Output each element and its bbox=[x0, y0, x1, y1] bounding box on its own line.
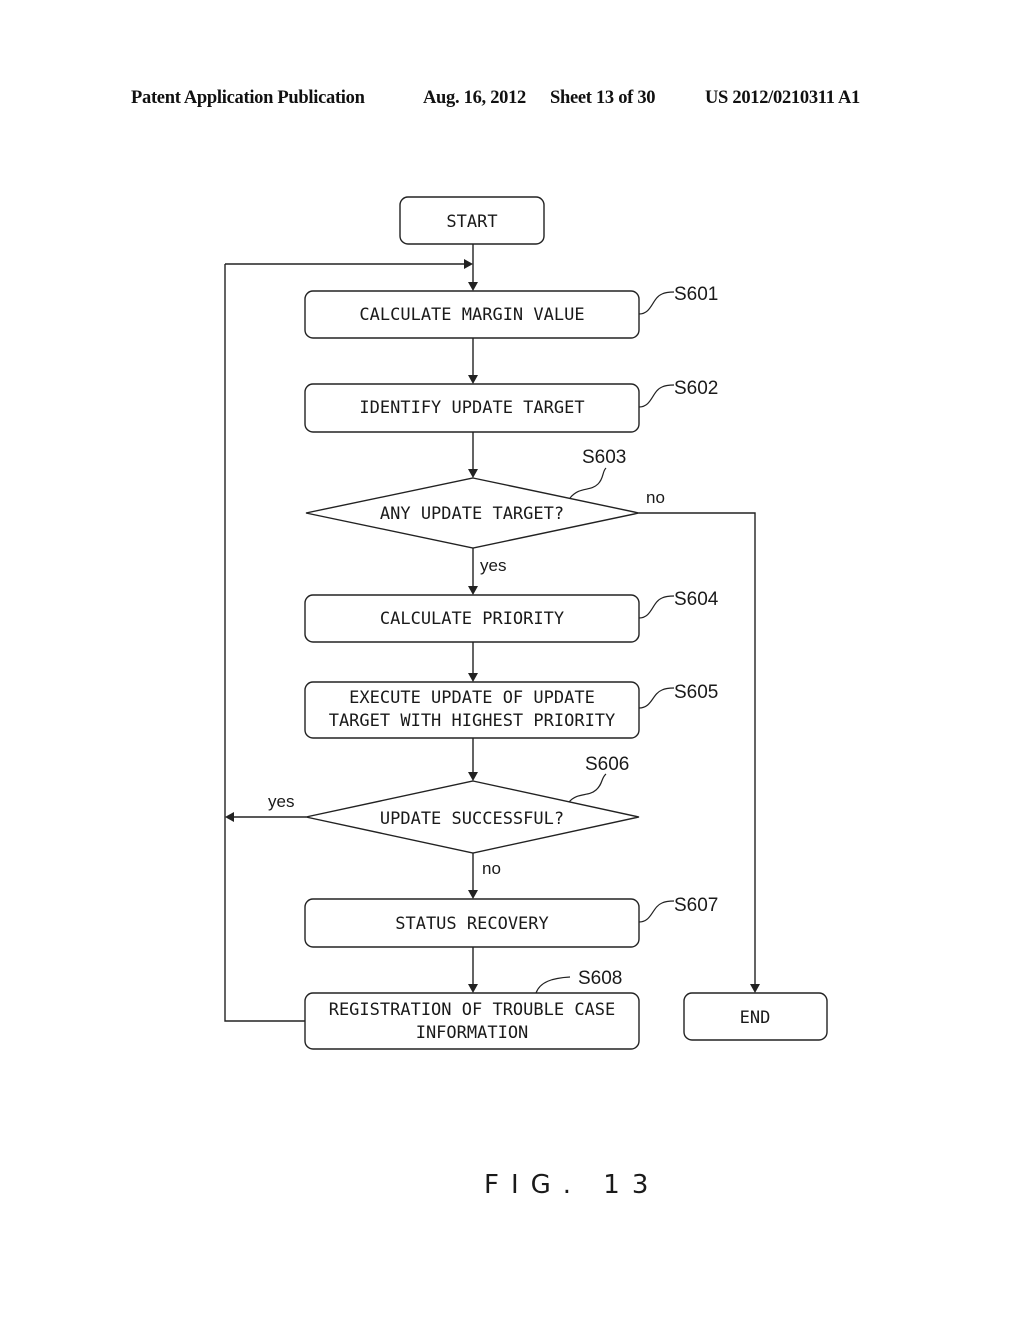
leader-line bbox=[638, 900, 675, 923]
decision-s606: UPDATE SUCCESSFUL? S606 yes no bbox=[268, 754, 640, 878]
step-s605: EXECUTE UPDATE OF UPDATE TARGET WITH HIG… bbox=[304, 681, 718, 739]
decision-s603: ANY UPDATE TARGET? S603 no yes bbox=[305, 447, 665, 575]
step-id-s608: S608 bbox=[578, 968, 622, 989]
arrow-head bbox=[468, 890, 478, 899]
step-id-s606: S606 bbox=[585, 754, 629, 775]
step-s604: CALCULATE PRIORITY S604 bbox=[304, 589, 719, 643]
figure-caption: FIG. 13 bbox=[484, 1170, 661, 1200]
step-s601: CALCULATE MARGIN VALUE S601 bbox=[304, 284, 718, 339]
end-label: END bbox=[740, 1008, 771, 1028]
arrow-head bbox=[468, 673, 478, 682]
decision-s603-text: ANY UPDATE TARGET? bbox=[380, 504, 564, 524]
step-s607: STATUS RECOVERY S607 bbox=[304, 895, 718, 948]
branch-label-yes: yes bbox=[480, 556, 506, 575]
arrow-head bbox=[468, 772, 478, 781]
arrow-head bbox=[468, 375, 478, 384]
arrow-head bbox=[750, 984, 760, 993]
leader-line bbox=[638, 384, 675, 408]
step-s608-text-line1: REGISTRATION OF TROUBLE CASE bbox=[329, 1000, 616, 1020]
flowchart: START CALCULATE MARGIN VALUE S601 IDENTI… bbox=[224, 196, 828, 1050]
step-id-s602: S602 bbox=[674, 378, 718, 399]
connector-s608-loop bbox=[224, 264, 305, 1022]
start-label: START bbox=[446, 212, 497, 232]
leader-line bbox=[535, 976, 571, 994]
arrow-head bbox=[468, 984, 478, 993]
step-s605-text-line1: EXECUTE UPDATE OF UPDATE bbox=[349, 688, 595, 708]
arrow-head bbox=[468, 586, 478, 595]
arrow-head bbox=[225, 812, 234, 822]
step-s605-text-line2: TARGET WITH HIGHEST PRIORITY bbox=[329, 711, 616, 731]
step-s601-text: CALCULATE MARGIN VALUE bbox=[359, 305, 584, 325]
step-id-s604: S604 bbox=[674, 589, 719, 610]
step-id-s607: S607 bbox=[674, 895, 718, 916]
connector-s603-end bbox=[639, 512, 756, 988]
branch-label-no: no bbox=[646, 488, 665, 507]
arrow-head bbox=[468, 469, 478, 478]
leader-line bbox=[638, 595, 675, 619]
leader-line bbox=[638, 687, 675, 709]
start-terminal: START bbox=[399, 196, 545, 245]
step-s602: IDENTIFY UPDATE TARGET S602 bbox=[304, 378, 718, 433]
step-id-s605: S605 bbox=[674, 682, 718, 703]
decision-s606-text: UPDATE SUCCESSFUL? bbox=[380, 809, 564, 829]
leader-line bbox=[569, 467, 607, 499]
end-terminal: END bbox=[683, 992, 828, 1041]
step-s602-text: IDENTIFY UPDATE TARGET bbox=[359, 398, 584, 418]
step-s608: REGISTRATION OF TROUBLE CASE INFORMATION… bbox=[304, 968, 640, 1050]
step-s607-text: STATUS RECOVERY bbox=[395, 914, 549, 934]
leader-line bbox=[568, 773, 607, 803]
branch-label-yes: yes bbox=[268, 792, 294, 811]
step-id-s603: S603 bbox=[582, 447, 626, 468]
step-s608-text-line2: INFORMATION bbox=[416, 1023, 529, 1043]
arrow-head bbox=[464, 259, 473, 269]
step-id-s601: S601 bbox=[674, 284, 718, 305]
leader-line bbox=[638, 291, 675, 315]
branch-label-no: no bbox=[482, 859, 501, 878]
arrow-head bbox=[468, 282, 478, 291]
step-s604-text: CALCULATE PRIORITY bbox=[380, 609, 564, 629]
